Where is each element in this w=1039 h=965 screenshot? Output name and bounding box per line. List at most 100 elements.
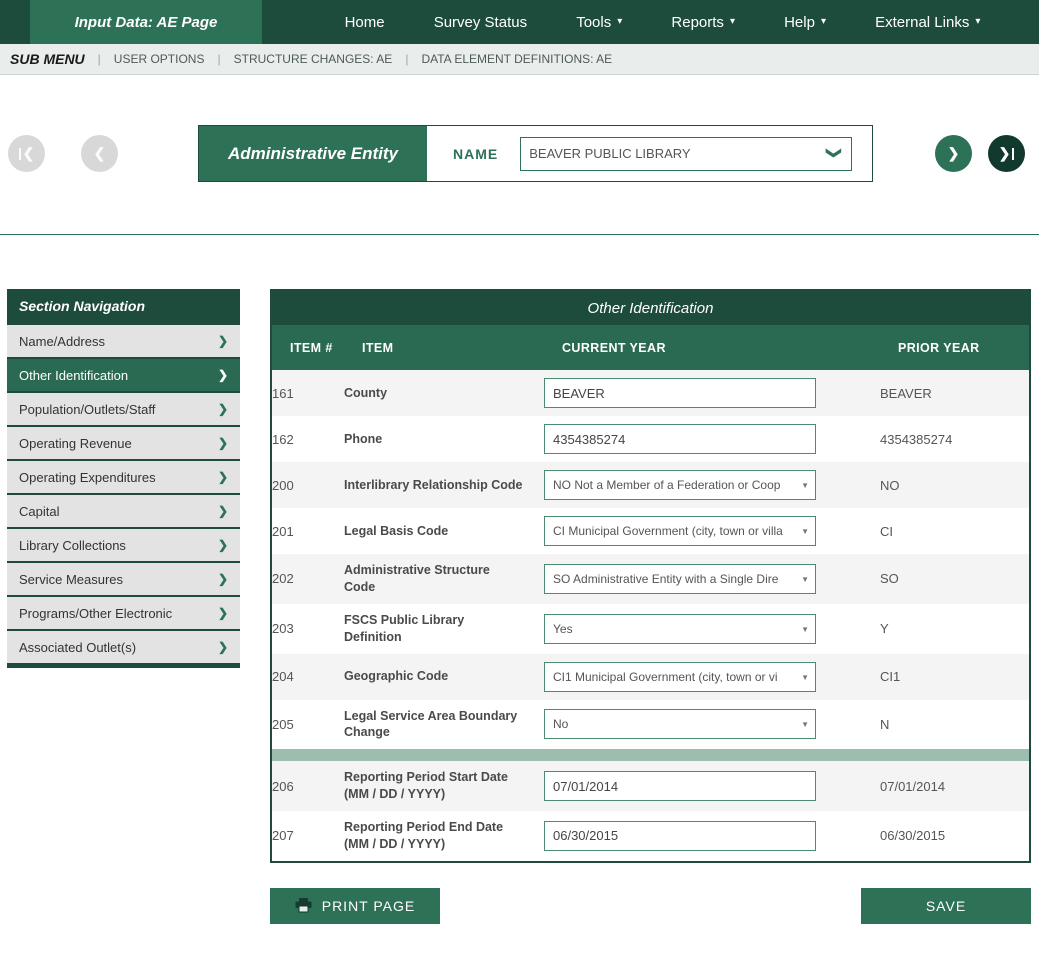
sidebar-item-population-outlets-staff[interactable]: Population/Outlets/Staff ❯ [7, 391, 240, 425]
submenu-item-data-element-definitions[interactable]: DATA ELEMENT DEFINITIONS: AE [421, 52, 612, 66]
chevron-right-icon: ❯ [218, 470, 228, 484]
menu-item-label: Reports [671, 14, 724, 31]
prior-year-value: 4354385274 [880, 432, 1029, 447]
item-number: 206 [272, 779, 344, 794]
entity-selector-box: Administrative Entity NAME BEAVER PUBLIC… [198, 125, 873, 182]
save-button[interactable]: SAVE [861, 888, 1031, 924]
prior-year-value: Y [880, 621, 1029, 636]
menu-item-label: Survey Status [434, 14, 527, 31]
sidebar-item-other-identification[interactable]: Other Identification ❯ [7, 357, 240, 391]
chevron-right-icon: ❯ [218, 368, 228, 382]
printer-icon [295, 898, 312, 913]
geographic-code-select[interactable]: CI1 Municipal Government (city, town or … [544, 662, 816, 692]
fscs-definition-select[interactable]: Yes [544, 614, 816, 644]
table-row: 201 Legal Basis Code CI Municipal Govern… [272, 508, 1029, 554]
topnav-active-item[interactable]: Input Data: AE Page [30, 0, 262, 44]
submenu-item-user-options[interactable]: USER OPTIONS [114, 52, 205, 66]
item-label: Administrative Structure Code [344, 562, 544, 596]
sidebar-item-label: Programs/Other Electronic [19, 606, 172, 621]
previous-record-button[interactable]: ❮ [81, 135, 118, 172]
phone-input[interactable] [544, 424, 816, 454]
sidebar-item-programs-other-electronic[interactable]: Programs/Other Electronic ❯ [7, 595, 240, 629]
sidebar-item-label: Operating Revenue [19, 436, 132, 451]
column-header-prior-year: PRIOR YEAR [898, 341, 1029, 355]
table-row: 204 Geographic Code CI1 Municipal Govern… [272, 654, 1029, 700]
chevron-right-icon: ❯ [218, 538, 228, 552]
print-page-button[interactable]: PRINT PAGE [270, 888, 440, 924]
administrative-structure-select[interactable]: SO Administrative Entity with a Single D… [544, 564, 816, 594]
table-column-header: ITEM # ITEM CURRENT YEAR PRIOR YEAR [272, 325, 1029, 370]
table-row: 206 Reporting Period Start Date (MM / DD… [272, 761, 1029, 811]
name-label: NAME [453, 146, 498, 162]
chevron-right-icon: ❯ [218, 334, 228, 348]
sidebar-item-service-measures[interactable]: Service Measures ❯ [7, 561, 240, 595]
item-label: Reporting Period Start Date (MM / DD / Y… [344, 769, 544, 803]
county-input[interactable] [544, 378, 816, 408]
menu-item-survey-status[interactable]: Survey Status [434, 14, 527, 31]
sidebar-item-library-collections[interactable]: Library Collections ❯ [7, 527, 240, 561]
chevron-right-icon: ❯ [218, 402, 228, 416]
footer-actions: PRINT PAGE SAVE [270, 888, 1031, 924]
sidebar-item-capital[interactable]: Capital ❯ [7, 493, 240, 527]
chevron-right-icon: ❯ [948, 145, 960, 162]
menu-item-home[interactable]: Home [345, 14, 385, 31]
prior-year-value: 07/01/2014 [880, 779, 1029, 794]
sidebar-item-associated-outlets[interactable]: Associated Outlet(s) ❯ [7, 629, 240, 663]
boundary-change-select[interactable]: No [544, 709, 816, 739]
sidebar-item-label: Capital [19, 504, 59, 519]
section-navigation-sidebar: Section Navigation Name/Address ❯ Other … [7, 289, 240, 668]
last-record-button[interactable]: ❯ [988, 135, 1025, 172]
panel-title: Other Identification [272, 291, 1029, 325]
current-year-cell [544, 771, 880, 801]
sidebar-item-label: Population/Outlets/Staff [19, 402, 155, 417]
item-label: County [344, 385, 544, 402]
first-record-button[interactable]: ❮ [8, 135, 45, 172]
chevron-left-icon: ❮ [94, 145, 106, 162]
column-header-current-year: CURRENT YEAR [562, 341, 898, 355]
prior-year-value: NO [880, 478, 1029, 493]
menu-item-reports[interactable]: Reports ▾ [671, 14, 735, 31]
chevron-right-icon: ❯ [218, 606, 228, 620]
current-year-cell: SO Administrative Entity with a Single D… [544, 564, 816, 594]
column-header-item-number: ITEM # [290, 341, 362, 355]
menu-item-label: Tools [576, 14, 611, 31]
reporting-period-start-date-input[interactable] [544, 771, 816, 801]
caret-down-icon: ▾ [617, 17, 622, 27]
next-record-button[interactable]: ❯ [935, 135, 972, 172]
prior-year-value: CI1 [880, 669, 1029, 684]
first-record-icon [19, 148, 21, 160]
table-row: 202 Administrative Structure Code SO Adm… [272, 554, 1029, 604]
table-row: 200 Interlibrary Relationship Code NO No… [272, 462, 1029, 508]
menu-item-tools[interactable]: Tools ▾ [576, 14, 622, 31]
prior-year-value: N [880, 717, 1029, 732]
item-label: Legal Basis Code [344, 523, 544, 540]
caret-down-icon: ▾ [730, 17, 735, 27]
item-number: 201 [272, 524, 344, 539]
chevron-right-icon: ❯ [218, 640, 228, 654]
menu-item-external-links[interactable]: External Links ▾ [875, 14, 980, 31]
item-label: FSCS Public Library Definition [344, 612, 544, 646]
legal-basis-select[interactable]: CI Municipal Government (city, town or v… [544, 516, 816, 546]
table-row: 205 Legal Service Area Boundary Change N… [272, 700, 1029, 750]
entity-name-select[interactable]: BEAVER PUBLIC LIBRARY [520, 137, 852, 171]
submenu-item-structure-changes[interactable]: STRUCTURE CHANGES: AE [234, 52, 393, 66]
menu-item-help[interactable]: Help ▾ [784, 14, 826, 31]
table-row: 161 County BEAVER [272, 370, 1029, 416]
sidebar-item-operating-expenditures[interactable]: Operating Expenditures ❯ [7, 459, 240, 493]
interlibrary-relationship-select[interactable]: NO Not a Member of a Federation or Coop [544, 470, 816, 500]
chevron-right-icon: ❯ [999, 145, 1011, 162]
caret-down-icon: ▾ [821, 17, 826, 27]
sidebar-item-label: Name/Address [19, 334, 105, 349]
sidebar-item-operating-revenue[interactable]: Operating Revenue ❯ [7, 425, 240, 459]
sidebar-item-name-address[interactable]: Name/Address ❯ [7, 323, 240, 357]
sidebar-item-label: Other Identification [19, 368, 128, 383]
table-row: 207 Reporting Period End Date (MM / DD /… [272, 811, 1029, 861]
item-label: Reporting Period End Date (MM / DD / YYY… [344, 819, 544, 853]
reporting-period-end-date-input[interactable] [544, 821, 816, 851]
current-year-cell: No ▼ [544, 709, 816, 739]
sidebar-item-label: Library Collections [19, 538, 126, 553]
menu-item-label: Home [345, 14, 385, 31]
sidebar-item-label: Associated Outlet(s) [19, 640, 136, 655]
section-separator-band [272, 749, 1029, 761]
chevron-right-icon: ❯ [218, 572, 228, 586]
